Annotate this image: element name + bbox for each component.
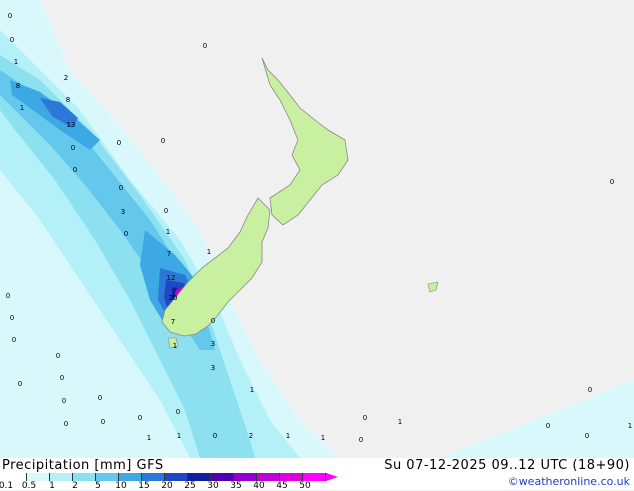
precip-point-value: 0 (8, 12, 12, 20)
precip-point-value: 12 (167, 274, 176, 282)
precip-point-value: 0 (610, 178, 614, 186)
precip-point-value: 1 (147, 434, 151, 442)
precip-point-value: 8 (16, 82, 20, 90)
precip-point-value: 0 (211, 317, 215, 325)
precip-point-value: 1 (628, 422, 632, 430)
precip-point-value: 20 (169, 294, 178, 302)
legend-overflow-arrow (326, 473, 338, 481)
precip-point-value: 0 (161, 137, 165, 145)
forecast-datetime: Su 07-12-2025 09..12 UTC (18+90) (384, 458, 630, 473)
precip-point-value: 2 (64, 74, 68, 82)
precip-point-value: 0 (73, 166, 77, 174)
precip-point-value: 0 (138, 414, 142, 422)
precip-point-value: 0 (124, 230, 128, 238)
legend-swatch (257, 473, 280, 481)
precip-point-value: 2 (249, 432, 253, 440)
precip-point-value: 0 (18, 380, 22, 388)
precip-point-value: 0 (176, 408, 180, 416)
precip-point-value: 1 (173, 342, 177, 350)
precip-point-value: 0 (588, 386, 592, 394)
precip-point-value: 0 (117, 139, 121, 147)
precip-point-value: 0 (56, 352, 60, 360)
precip-point-value: 1 (207, 248, 211, 256)
precip-point-value: 0 (546, 422, 550, 430)
precip-point-value: 3 (121, 208, 125, 216)
precip-point-value: 0 (203, 42, 207, 50)
precip-point-value: 1 (14, 58, 18, 66)
precip-point-value: 0 (64, 420, 68, 428)
precip-point-value: 1 (321, 434, 325, 442)
credit-link[interactable]: ©weatheronline.co.uk (508, 475, 630, 488)
legend-swatch (50, 473, 73, 481)
precip-point-value: 0 (10, 36, 14, 44)
precip-point-value: 3 (211, 340, 215, 348)
precipitation-map: 001281813000 00030 17 112207 01 3300000000 00 0… (0, 0, 634, 458)
precip-point-value: 7 (167, 250, 171, 258)
precip-point-value: 0 (62, 397, 66, 405)
precip-point-value: 1 (166, 228, 170, 236)
precip-point-value: 0 (213, 432, 217, 440)
precip-point-value: 0 (60, 374, 64, 382)
precip-point-value: 0 (101, 418, 105, 426)
legend-swatch (4, 473, 27, 481)
legend-swatch (142, 473, 165, 481)
precip-point-value: 1 (177, 432, 181, 440)
legend-swatch (119, 473, 142, 481)
map-title: Precipitation [mm] GFS (2, 458, 164, 473)
precip-point-value: 1 (286, 432, 290, 440)
precip-point-value: 1 (398, 418, 402, 426)
color-legend (4, 473, 338, 481)
precip-point-value: 1 (20, 104, 24, 112)
legend-swatch (73, 473, 96, 481)
legend-swatch (188, 473, 211, 481)
legend-swatch (27, 473, 50, 481)
legend-swatch (211, 473, 234, 481)
precip-point-value: 3 (211, 364, 215, 372)
legend-swatch (165, 473, 188, 481)
precip-point-value: 0 (12, 336, 16, 344)
precip-point-value: 1 (250, 386, 254, 394)
precip-point-value: 0 (164, 207, 168, 215)
precip-point-value: 0 (6, 292, 10, 300)
legend-swatch (303, 473, 326, 481)
precip-point-value: 8 (66, 96, 70, 104)
legend-swatch (280, 473, 303, 481)
precip-point-value: 13 (67, 121, 76, 129)
legend-swatch (96, 473, 119, 481)
precip-point-value: 0 (98, 394, 102, 402)
precip-point-value: 0 (363, 414, 367, 422)
legend-swatch (234, 473, 257, 481)
footer-bar: Precipitation [mm] GFS Su 07-12-2025 09.… (0, 458, 634, 491)
precip-point-value: 0 (359, 436, 363, 444)
precip-point-value: 7 (171, 318, 175, 326)
precip-point-value: 0 (119, 184, 123, 192)
precip-point-value: 0 (10, 314, 14, 322)
precip-point-value: 0 (585, 432, 589, 440)
precip-point-value: 0 (71, 144, 75, 152)
